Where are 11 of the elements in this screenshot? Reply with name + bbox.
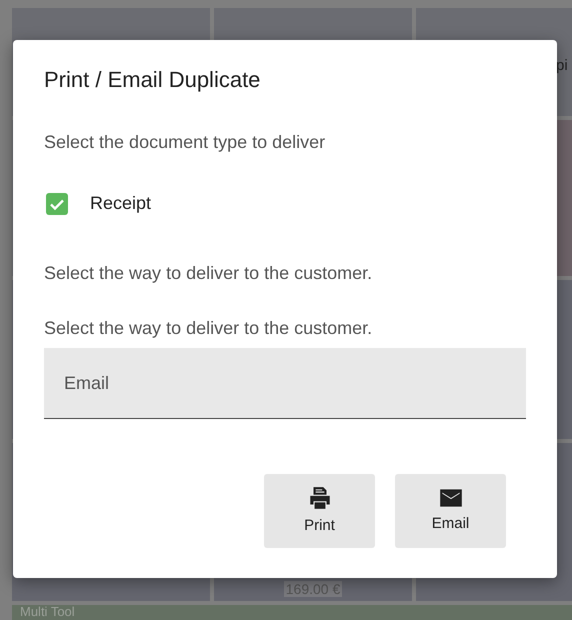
dialog-title: Print / Email Duplicate [44, 66, 262, 94]
tile-label: pi [556, 56, 568, 76]
envelope-icon [438, 486, 464, 509]
document-prompt: Select the document type to deliver [44, 131, 326, 154]
checkbox-label: Receipt [90, 192, 152, 215]
delivery-prompt: Select the way to deliver to the customer. [44, 317, 374, 340]
email-button[interactable]: Email [395, 474, 506, 548]
checkbox[interactable] [46, 192, 68, 214]
delivery-prompt: Select the way to deliver to the customer. [44, 262, 374, 285]
delivery-select-field[interactable]: Email [44, 348, 526, 419]
print-button[interactable]: Print [264, 474, 375, 548]
